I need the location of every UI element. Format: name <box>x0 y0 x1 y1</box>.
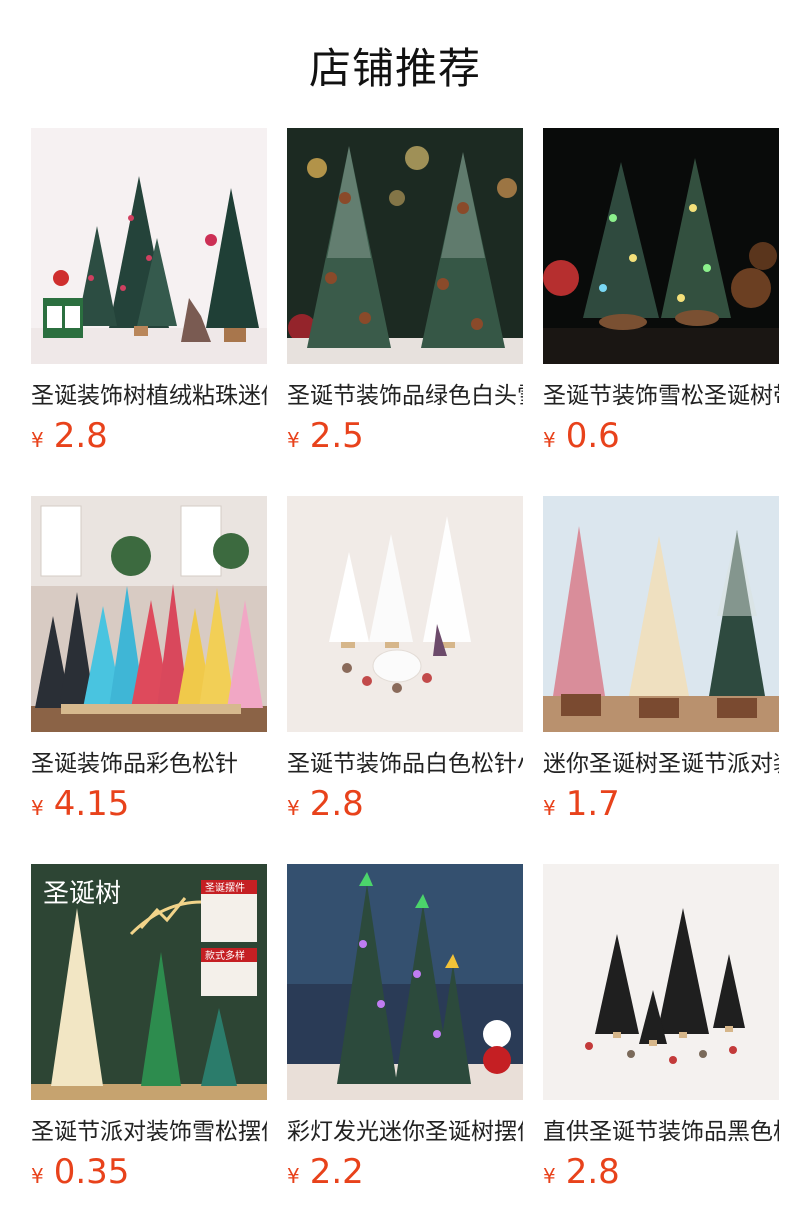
product-title[interactable]: 圣诞节装饰品绿色白头雪松 <box>287 378 523 414</box>
product-title[interactable]: 迷你圣诞树圣诞节派对装饰 <box>543 746 779 782</box>
product-image[interactable] <box>543 128 779 364</box>
price-amount: 1.7 <box>565 784 620 824</box>
product-card[interactable]: 圣诞装饰品彩色松针 ¥ 4.15 <box>31 496 267 864</box>
product-image[interactable] <box>287 864 523 1100</box>
product-price: ¥ 0.35 <box>31 1152 267 1196</box>
product-title[interactable]: 圣诞装饰品彩色松针 <box>31 746 267 782</box>
product-image[interactable]: 圣诞树 圣诞摆件 款式多样 <box>31 864 267 1100</box>
product-price: ¥ 1.7 <box>543 784 779 828</box>
tag-text-2: 款式多样 <box>205 949 245 962</box>
currency-symbol: ¥ <box>31 428 44 452</box>
currency-symbol: ¥ <box>31 1164 44 1188</box>
product-price: ¥ 0.6 <box>543 416 779 460</box>
price-amount: 2.8 <box>309 784 364 824</box>
price-amount: 0.35 <box>53 1152 130 1192</box>
currency-symbol: ¥ <box>543 1164 556 1188</box>
product-image[interactable] <box>543 864 779 1100</box>
tag-text-1: 圣诞摆件 <box>205 881 245 894</box>
product-title[interactable]: 圣诞节装饰品白色松针小树 <box>287 746 523 782</box>
price-amount: 2.5 <box>309 416 364 456</box>
product-card[interactable]: 彩灯发光迷你圣诞树摆件 ¥ 2.2 <box>287 864 523 1232</box>
banner-text: 圣诞树 <box>43 879 121 909</box>
page-header: 店铺推荐 <box>0 0 790 128</box>
product-title[interactable]: 彩灯发光迷你圣诞树摆件 <box>287 1114 523 1150</box>
product-price: ¥ 2.2 <box>287 1152 523 1196</box>
product-price: ¥ 2.8 <box>287 784 523 828</box>
product-image[interactable] <box>31 128 267 364</box>
price-amount: 2.8 <box>53 416 108 456</box>
product-price: ¥ 4.15 <box>31 784 267 828</box>
price-amount: 2.8 <box>565 1152 620 1192</box>
product-grid: 圣诞装饰树植绒粘珠迷你小 ¥ 2.8 <box>31 128 779 1232</box>
currency-symbol: ¥ <box>31 796 44 820</box>
product-title[interactable]: 直供圣诞节装饰品黑色松针 <box>543 1114 779 1150</box>
product-price: ¥ 2.8 <box>543 1152 779 1196</box>
product-title[interactable]: 圣诞装饰树植绒粘珠迷你小 <box>31 378 267 414</box>
product-image[interactable] <box>31 496 267 732</box>
currency-symbol: ¥ <box>287 1164 300 1188</box>
product-card[interactable]: 圣诞节装饰品绿色白头雪松 ¥ 2.5 <box>287 128 523 496</box>
product-price: ¥ 2.8 <box>31 416 267 460</box>
product-card[interactable]: 圣诞节装饰雪松圣诞树带灯 ¥ 0.6 <box>543 128 779 496</box>
product-image[interactable] <box>543 496 779 732</box>
page-title: 店铺推荐 <box>308 43 481 93</box>
product-title[interactable]: 圣诞节派对装饰雪松摆件 <box>31 1114 267 1150</box>
product-card[interactable]: 迷你圣诞树圣诞节派对装饰 ¥ 1.7 <box>543 496 779 864</box>
currency-symbol: ¥ <box>543 796 556 820</box>
product-image[interactable] <box>287 496 523 732</box>
currency-symbol: ¥ <box>287 796 300 820</box>
currency-symbol: ¥ <box>543 428 556 452</box>
price-amount: 2.2 <box>309 1152 364 1192</box>
product-image[interactable] <box>287 128 523 364</box>
price-amount: 0.6 <box>565 416 620 456</box>
product-card[interactable]: 圣诞装饰树植绒粘珠迷你小 ¥ 2.8 <box>31 128 267 496</box>
product-card[interactable]: 圣诞树 圣诞摆件 款式多样 圣诞节派对装饰雪松摆件 ¥ 0.35 <box>31 864 267 1232</box>
price-amount: 4.15 <box>53 784 130 824</box>
product-card[interactable]: 圣诞节装饰品白色松针小树 ¥ 2.8 <box>287 496 523 864</box>
product-title[interactable]: 圣诞节装饰雪松圣诞树带灯 <box>543 378 779 414</box>
currency-symbol: ¥ <box>287 428 300 452</box>
product-card[interactable]: 直供圣诞节装饰品黑色松针 ¥ 2.8 <box>543 864 779 1232</box>
product-price: ¥ 2.5 <box>287 416 523 460</box>
